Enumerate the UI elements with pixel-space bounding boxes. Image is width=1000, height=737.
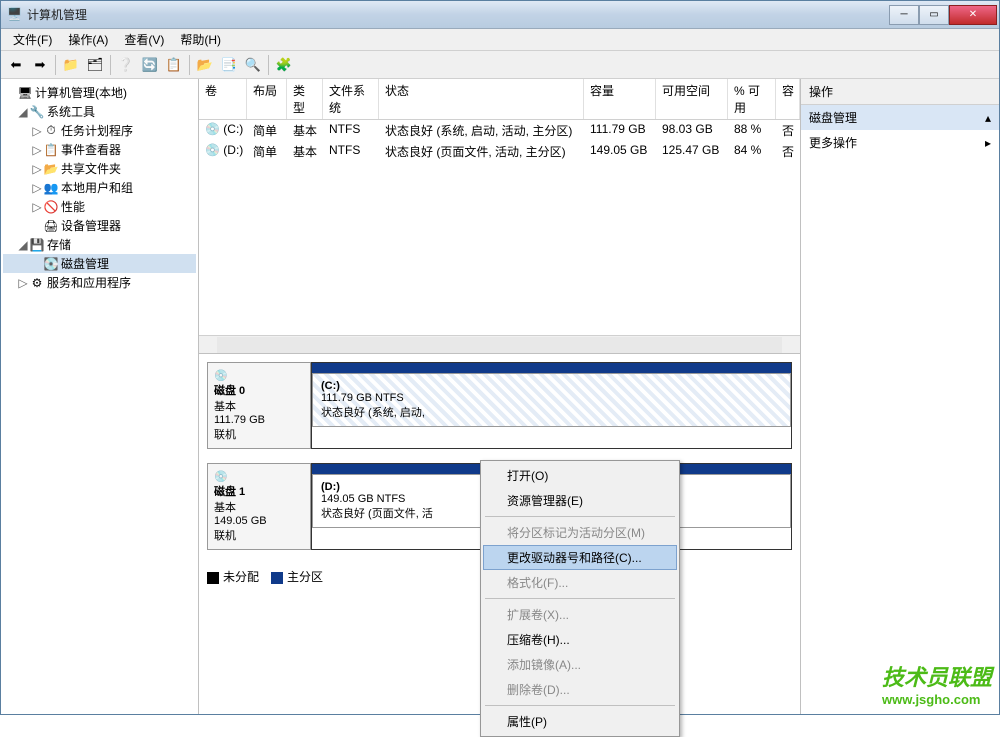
tree-event-viewer[interactable]: ▷📋事件查看器 [3, 140, 196, 159]
window-buttons: ─ ▭ ✕ [889, 5, 997, 25]
partition[interactable]: (C:) 111.79 GB NTFS 状态良好 (系统, 启动, [312, 373, 791, 427]
volume-header: 卷 布局 类型 文件系统 状态 容量 可用空间 % 可用 容 [199, 79, 800, 120]
ctx-extend: 扩展卷(X)... [483, 602, 677, 627]
col-layout[interactable]: 布局 [247, 79, 287, 119]
tb-icon[interactable]: 📂 [194, 54, 216, 76]
actions-diskmgmt[interactable]: 磁盘管理▴ [801, 105, 999, 130]
refresh-button[interactable]: 🔄 [139, 54, 161, 76]
help-button[interactable]: ❔ [115, 54, 137, 76]
tb-icon[interactable]: 📑 [218, 54, 240, 76]
tb-icon[interactable]: 🧩 [273, 54, 295, 76]
ctx-delete: 删除卷(D)... [483, 677, 677, 702]
ctx-format: 格式化(F)... [483, 570, 677, 595]
tree-device-manager[interactable]: 🖨设备管理器 [3, 216, 196, 235]
disk-map: (C:) 111.79 GB NTFS 状态良好 (系统, 启动, [311, 362, 792, 449]
tree-performance[interactable]: ▷🚫性能 [3, 197, 196, 216]
window-title: 计算机管理 [27, 6, 889, 23]
maximize-button[interactable]: ▭ [919, 5, 949, 25]
ctx-open[interactable]: 打开(O) [483, 463, 677, 488]
tree-disk-management[interactable]: 💽磁盘管理 [3, 254, 196, 273]
ctx-change-drive-letter[interactable]: 更改驱动器号和路径(C)... [483, 545, 677, 570]
close-button[interactable]: ✕ [949, 5, 997, 25]
separator [55, 55, 56, 75]
volume-row[interactable]: 💿 (D:)简单基本NTFS状态良好 (页面文件, 活动, 主分区)149.05… [199, 141, 800, 162]
separator [485, 705, 675, 706]
actions-header: 操作 [801, 79, 999, 105]
col-status[interactable]: 状态 [379, 79, 584, 119]
menu-file[interactable]: 文件(F) [5, 29, 60, 50]
nav-tree: 🖥计算机管理(本地) ◢🔧系统工具 ▷⏱任务计划程序 ▷📋事件查看器 ▷📂共享文… [1, 79, 199, 714]
ctx-explorer[interactable]: 资源管理器(E) [483, 488, 677, 513]
volume-rows: 💿 (C:)简单基本NTFS状态良好 (系统, 启动, 活动, 主分区)111.… [199, 120, 800, 162]
properties-button[interactable]: 🗂 [84, 54, 106, 76]
disk-info[interactable]: 💿 磁盘 1 基本 149.05 GB 联机 [207, 463, 311, 550]
col-filesystem[interactable]: 文件系统 [323, 79, 379, 119]
tree-shared-folders[interactable]: ▷📂共享文件夹 [3, 159, 196, 178]
col-capacity[interactable]: 容量 [584, 79, 656, 119]
disk-info[interactable]: 💿 磁盘 0 基本 111.79 GB 联机 [207, 362, 311, 449]
separator [189, 55, 190, 75]
tree-system-tools[interactable]: ◢🔧系统工具 [3, 102, 196, 121]
menu-view[interactable]: 查看(V) [116, 29, 172, 50]
separator [485, 516, 675, 517]
col-type[interactable]: 类型 [287, 79, 323, 119]
collapse-icon: ▴ [985, 111, 991, 125]
disk-row: 💿 磁盘 0 基本 111.79 GB 联机 (C:) 111.79 GB NT… [207, 362, 792, 449]
arrow-right-icon: ▸ [985, 136, 991, 150]
toolbar: ⬅ ➡ 📁 🗂 ❔ 🔄 📋 📂 📑 🔍 🧩 [1, 51, 999, 79]
forward-button[interactable]: ➡ [29, 54, 51, 76]
col-percent[interactable]: % 可用 [728, 79, 776, 119]
legend-unallocated: 未分配 [207, 568, 259, 585]
app-icon: 🖥️ [7, 7, 23, 23]
col-volume[interactable]: 卷 [199, 79, 247, 119]
tree-local-users[interactable]: ▷👥本地用户和组 [3, 178, 196, 197]
menubar: 文件(F) 操作(A) 查看(V) 帮助(H) [1, 29, 999, 51]
separator [110, 55, 111, 75]
ctx-properties[interactable]: 属性(P) [483, 709, 677, 734]
tb-icon[interactable]: 🔍 [242, 54, 264, 76]
col-fault[interactable]: 容 [776, 79, 800, 119]
volume-row[interactable]: 💿 (C:)简单基本NTFS状态良好 (系统, 启动, 活动, 主分区)111.… [199, 120, 800, 141]
tree-root[interactable]: 🖥计算机管理(本地) [3, 83, 196, 102]
menu-action[interactable]: 操作(A) [60, 29, 116, 50]
volume-list: 卷 布局 类型 文件系统 状态 容量 可用空间 % 可用 容 💿 (C:)简单基… [199, 79, 800, 354]
ctx-shrink[interactable]: 压缩卷(H)... [483, 627, 677, 652]
horizontal-scrollbar[interactable] [199, 335, 800, 353]
separator [485, 598, 675, 599]
tree-services[interactable]: ▷⚙服务和应用程序 [3, 273, 196, 292]
titlebar: 🖥️ 计算机管理 ─ ▭ ✕ [1, 1, 999, 29]
separator [268, 55, 269, 75]
menu-help[interactable]: 帮助(H) [172, 29, 229, 50]
col-free[interactable]: 可用空间 [656, 79, 728, 119]
tree-task-scheduler[interactable]: ▷⏱任务计划程序 [3, 121, 196, 140]
list-button[interactable]: 📋 [163, 54, 185, 76]
ctx-mirror: 添加镜像(A)... [483, 652, 677, 677]
actions-more[interactable]: 更多操作▸ [801, 130, 999, 155]
tree-storage[interactable]: ◢💾存储 [3, 235, 196, 254]
legend-primary: 主分区 [271, 568, 323, 585]
back-button[interactable]: ⬅ [5, 54, 27, 76]
ctx-mark-active: 将分区标记为活动分区(M) [483, 520, 677, 545]
context-menu: 打开(O) 资源管理器(E) 将分区标记为活动分区(M) 更改驱动器号和路径(C… [480, 460, 680, 737]
actions-panel: 操作 磁盘管理▴ 更多操作▸ [801, 79, 999, 714]
up-button[interactable]: 📁 [60, 54, 82, 76]
minimize-button[interactable]: ─ [889, 5, 919, 25]
